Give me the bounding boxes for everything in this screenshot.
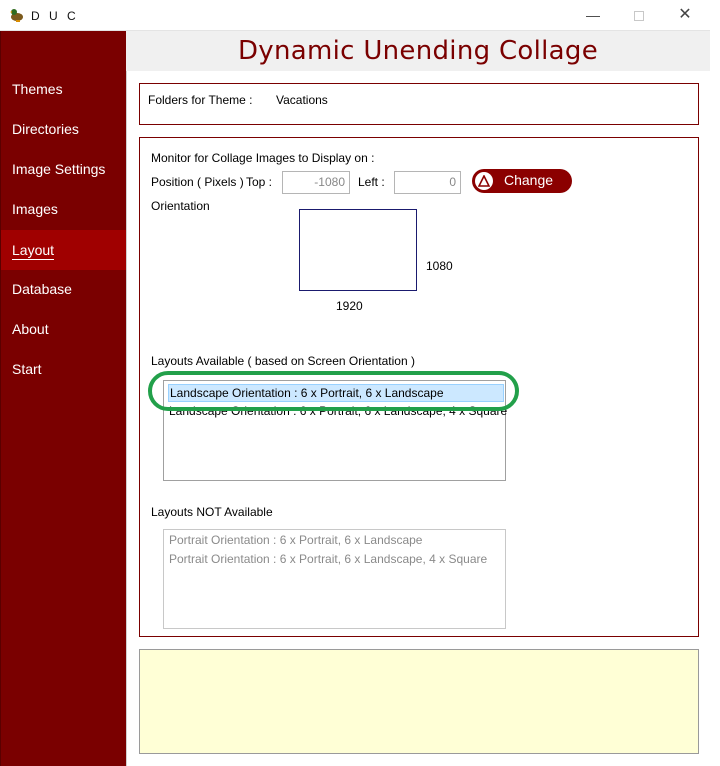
warning-triangle-icon <box>475 172 493 190</box>
sidebar-item-label: Layout <box>12 242 55 260</box>
top-label: Top : <box>246 175 273 189</box>
sidebar-item-images[interactable]: Images <box>1 189 127 229</box>
monitor-orientation-preview <box>299 209 417 291</box>
app-window: D U C — ✕ Themes Directories Image Setti… <box>0 0 710 766</box>
sidebar-item-label: Start <box>12 361 42 377</box>
sidebar-item-themes[interactable]: Themes <box>1 69 127 109</box>
layouts-available-heading: Layouts Available ( based on Screen Orie… <box>151 354 415 368</box>
duck-icon <box>8 7 24 23</box>
sidebar-item-start[interactable]: Start <box>1 349 127 389</box>
close-button[interactable]: ✕ <box>662 0 708 30</box>
page-title: Dynamic Unending Collage <box>237 36 599 66</box>
sidebar-item-layout[interactable]: Layout <box>1 230 127 270</box>
sidebar-item-label: Directories <box>12 121 79 137</box>
top-position-field[interactable]: -1080 <box>282 171 350 194</box>
minimize-button[interactable]: — <box>570 0 616 30</box>
list-item: Portrait Orientation : 6 x Portrait, 6 x… <box>169 533 423 547</box>
layouts-not-available-list: Portrait Orientation : 6 x Portrait, 6 x… <box>163 529 506 629</box>
theme-name-value: Vacations <box>276 93 328 107</box>
sidebar-item-label: Images <box>12 201 58 217</box>
main-content: Folders for Theme : Vacations Monitor fo… <box>126 71 710 766</box>
theme-panel: Folders for Theme : Vacations <box>139 83 699 125</box>
maximize-button[interactable] <box>616 0 662 30</box>
position-label: Position ( Pixels ) <box>151 175 244 189</box>
sidebar: Themes Directories Image Settings Images… <box>0 31 127 766</box>
sidebar-item-image-settings[interactable]: Image Settings <box>1 149 127 189</box>
left-position-field[interactable]: 0 <box>394 171 461 194</box>
sidebar-item-label: Image Settings <box>12 161 106 177</box>
monitor-width-value: 1920 <box>336 299 363 313</box>
sidebar-item-database[interactable]: Database <box>1 269 127 309</box>
sidebar-item-about[interactable]: About <box>1 309 127 349</box>
window-title: D U C <box>31 9 79 23</box>
sidebar-item-label: Database <box>12 281 72 297</box>
sidebar-item-label: About <box>12 321 49 337</box>
maximize-icon <box>634 11 644 22</box>
selection-highlight-ring <box>148 371 519 411</box>
sidebar-item-label: Themes <box>12 81 63 97</box>
message-panel <box>139 649 699 754</box>
left-label: Left : <box>358 175 385 189</box>
list-item: Portrait Orientation : 6 x Portrait, 6 x… <box>169 552 488 566</box>
header: Dynamic Unending Collage <box>126 31 710 71</box>
sidebar-item-directories[interactable]: Directories <box>1 109 127 149</box>
monitor-height-value: 1080 <box>426 259 453 273</box>
layouts-not-available-heading: Layouts NOT Available <box>151 505 273 519</box>
orientation-label: Orientation <box>151 199 210 213</box>
change-button[interactable]: Change <box>472 169 572 193</box>
title-bar[interactable]: D U C — ✕ <box>0 0 710 31</box>
theme-folders-label: Folders for Theme : <box>148 93 253 107</box>
change-button-label: Change <box>504 172 554 188</box>
monitor-heading: Monitor for Collage Images to Display on… <box>151 151 375 165</box>
